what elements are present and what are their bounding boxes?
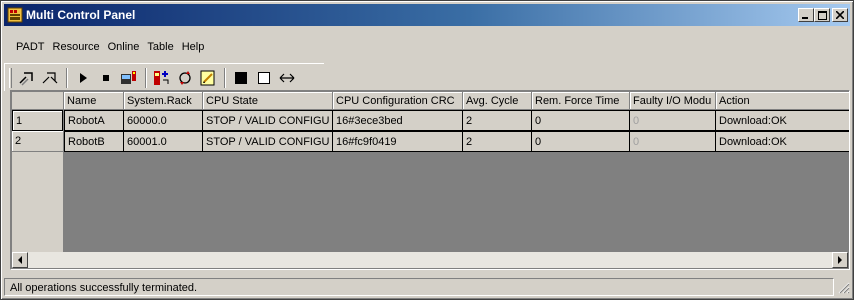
edit-icon[interactable] [197,67,219,89]
refresh-icon[interactable] [174,67,196,89]
menu-resource[interactable]: Resource [49,39,104,55]
close-button[interactable] [832,8,848,22]
col-header-system-rack[interactable]: System.Rack [124,92,203,110]
col-header-name[interactable]: Name [64,92,124,110]
minimize-button[interactable] [798,8,814,22]
cell-avg-cycle[interactable]: 2 [463,110,532,131]
window-title: Multi Control Panel [26,8,136,22]
cell-faulty-io[interactable]: 0 [630,131,716,152]
cell-name[interactable]: RobotA [64,110,124,131]
resize-grip-icon[interactable] [836,280,850,294]
stop-icon[interactable] [95,67,117,89]
table-row[interactable]: RobotB 60001.0 STOP / VALID CONFIGU 16#f… [64,131,849,152]
scroll-left-button[interactable] [12,252,28,268]
app-icon [7,7,23,23]
cell-rem-force-time[interactable]: 0 [532,110,630,131]
col-header-cpu-crc[interactable]: CPU Configuration CRC [333,92,463,110]
cell-cpu-crc[interactable]: 16#fc9f0419 [333,131,463,152]
toolbar-separator [224,67,226,88]
cell-cpu-state[interactable]: STOP / VALID CONFIGU [203,131,333,152]
table-row[interactable]: RobotA 60000.0 STOP / VALID CONFIGU 16#3… [64,110,849,131]
menu-padt[interactable]: PADT [12,39,49,55]
row-header-1[interactable]: 1 [12,110,63,131]
cell-avg-cycle[interactable]: 2 [463,131,532,152]
disconnect-icon[interactable] [39,67,61,89]
menu-help[interactable]: Help [178,39,209,55]
menu-bar: PADT Resource Online Table Help [4,37,850,57]
reset-icon[interactable] [151,67,173,89]
play-icon[interactable] [72,67,94,89]
toolbar-separator [66,67,68,88]
col-header-avg-cycle[interactable]: Avg. Cycle [463,92,532,110]
row-header-2[interactable]: 2 [12,131,63,152]
maximize-button[interactable] [814,8,830,22]
cell-action[interactable]: Download:OK [716,131,849,152]
status-text: All operations successfully terminated. [4,278,834,296]
toolbar [4,63,324,91]
cell-cpu-crc[interactable]: 16#3ece3bed [333,110,463,131]
col-header-rem-force-time[interactable]: Rem. Force Time [532,92,630,110]
col-header-faulty-io[interactable]: Faulty I/O Modu [630,92,716,110]
status-bar: All operations successfully terminated. [4,277,850,297]
cell-name[interactable]: RobotB [64,131,124,152]
menu-table[interactable]: Table [143,39,177,55]
filled-square-icon[interactable] [230,67,252,89]
menu-online[interactable]: Online [104,39,144,55]
grid-body: Name System.Rack CPU State CPU Configura… [12,92,849,268]
scroll-track[interactable] [28,252,832,268]
row-header-column: 1 2 [12,110,64,252]
cell-rem-force-time[interactable]: 0 [532,131,630,152]
arrows-icon[interactable] [276,67,298,89]
cell-cpu-state[interactable]: STOP / VALID CONFIGU [203,110,333,131]
cell-system-rack[interactable]: 60000.0 [124,110,203,131]
title-bar[interactable]: Multi Control Panel [4,4,850,26]
scroll-right-button[interactable] [832,252,848,268]
toolbar-grip[interactable] [9,67,12,88]
grid-rows: RobotA 60000.0 STOP / VALID CONFIGU 16#3… [64,110,849,152]
cell-system-rack[interactable]: 60001.0 [124,131,203,152]
resource-grid[interactable]: Name System.Rack CPU State CPU Configura… [10,90,850,270]
grid-corner[interactable] [12,92,64,110]
grid-header-row: Name System.Rack CPU State CPU Configura… [64,92,849,110]
col-header-action[interactable]: Action [716,92,849,110]
window-controls [798,8,848,22]
connect-icon[interactable] [16,67,38,89]
col-header-cpu-state[interactable]: CPU State [203,92,333,110]
empty-square-icon[interactable] [253,67,275,89]
download-icon[interactable] [118,67,140,89]
toolbar-separator [145,67,147,88]
cell-action[interactable]: Download:OK [716,110,849,131]
main-window: Multi Control Panel PADT Resource Online… [0,0,854,300]
cell-faulty-io[interactable]: 0 [630,110,716,131]
horizontal-scrollbar[interactable] [12,252,848,268]
